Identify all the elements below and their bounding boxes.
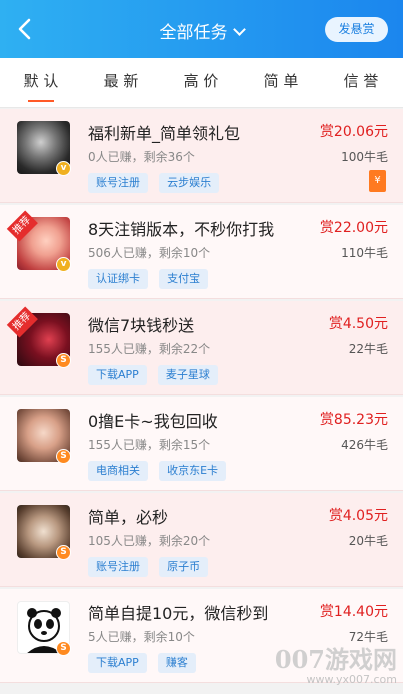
task-stats: 155人已赚，剩余15个 [88, 438, 211, 452]
filter-tabs: 默 认 最 新 高 价 简 单 信 誉 [0, 58, 403, 108]
tab-reputation[interactable]: 信 誉 [331, 58, 391, 108]
task-stats: 506人已赚，剩余10个 [88, 246, 211, 260]
task-reward: 赏22.00元 [319, 220, 388, 236]
tab-label: 信 誉 [343, 72, 379, 90]
task-tag: 赚客 [157, 653, 196, 673]
page-title-text: 全部任务 [159, 23, 228, 43]
task-tags: 下载APP 赚客 [88, 651, 202, 673]
task-tag: 账号注册 [88, 173, 148, 193]
tab-label: 简 单 [263, 72, 299, 90]
task-tag: 麦子星球 [157, 365, 218, 385]
verified-badge-icon: v [56, 161, 71, 176]
task-item[interactable]: 推荐 S 微信7块钱秒送 155人已赚，剩余22个 下载APP 麦子星球 赏4.… [0, 301, 403, 395]
tab-label: 高 价 [183, 72, 219, 90]
task-title: 0撸E卡~我包回收 [88, 412, 218, 431]
task-title: 简单，必秒 [88, 508, 169, 527]
task-tags: 账号注册 云步娱乐 [88, 171, 225, 193]
task-reward: 赏4.50元 [328, 316, 388, 332]
star-badge-icon: S [56, 641, 71, 656]
task-reward: 赏4.05元 [328, 508, 388, 524]
tab-newest[interactable]: 最 新 [91, 58, 151, 108]
verified-badge-icon: v [56, 257, 71, 272]
star-badge-icon: S [56, 353, 71, 368]
task-title: 8天注销版本，不秒你打我 [88, 220, 275, 239]
tab-high-price[interactable]: 高 价 [171, 58, 231, 108]
task-stats: 155人已赚，剩余22个 [88, 342, 211, 356]
task-points: 426牛毛 [341, 438, 388, 452]
task-tag: 云步娱乐 [159, 173, 220, 193]
task-tag: 支付宝 [159, 269, 209, 289]
tab-simple[interactable]: 简 单 [251, 58, 311, 108]
task-tags: 下载APP 麦子星球 [88, 363, 224, 385]
task-points: 110牛毛 [341, 246, 388, 260]
task-tag: 下载APP [88, 653, 147, 673]
task-item[interactable]: S 0撸E卡~我包回收 155人已赚，剩余15个 电商相关 收京东E卡 赏85.… [0, 397, 403, 491]
app-header: 全部任务 发悬赏 [0, 0, 403, 58]
task-points: 20牛毛 [348, 534, 388, 548]
tab-label: 最 新 [103, 72, 139, 90]
task-tags: 电商相关 收京东E卡 [88, 459, 232, 481]
task-reward: 赏85.23元 [319, 412, 388, 428]
active-tab-indicator [28, 100, 54, 102]
task-title: 福利新单_简单领礼包 [88, 124, 241, 143]
task-tag: 电商相关 [88, 461, 148, 481]
task-reward: 赏20.06元 [319, 124, 388, 140]
task-stats: 0人已赚，剩余36个 [88, 150, 195, 164]
post-reward-button[interactable]: 发悬赏 [325, 17, 388, 42]
task-stats: 5人已赚，剩余10个 [88, 630, 195, 644]
task-tags: 认证绑卡 支付宝 [88, 267, 214, 289]
task-stats: 105人已赚，剩余20个 [88, 534, 211, 548]
watermark-logo: 007游戏网 [274, 645, 397, 674]
task-item[interactable]: S 简单，必秒 105人已赚，剩余20个 账号注册 原子币 赏4.05元 20牛… [0, 493, 403, 587]
star-badge-icon: S [56, 449, 71, 464]
task-reward: 赏14.40元 [319, 604, 388, 620]
task-item[interactable]: v 福利新单_简单领礼包 0人已赚，剩余36个 账号注册 云步娱乐 赏20.06… [0, 109, 403, 203]
task-points: 100牛毛 [341, 150, 388, 164]
task-tag: 原子币 [159, 557, 209, 577]
star-badge-icon: S [56, 545, 71, 560]
task-tags: 账号注册 原子币 [88, 555, 214, 577]
watermark-url: www.yx007.com [306, 673, 397, 686]
tab-label: 默 认 [23, 72, 59, 90]
task-title: 微信7块钱秒送 [88, 316, 195, 335]
task-points: 22牛毛 [348, 342, 388, 356]
tab-default[interactable]: 默 认 [11, 58, 71, 108]
red-envelope-icon: ¥ [369, 170, 386, 192]
task-tag: 账号注册 [88, 557, 148, 577]
task-item[interactable]: 推荐 v 8天注销版本，不秒你打我 506人已赚，剩余10个 认证绑卡 支付宝 … [0, 205, 403, 299]
task-tag: 下载APP [88, 365, 147, 385]
task-tag: 收京东E卡 [159, 461, 227, 481]
task-tag: 认证绑卡 [88, 269, 148, 289]
chevron-down-icon [232, 23, 246, 36]
task-title: 简单自提10元，微信秒到 [88, 604, 269, 623]
